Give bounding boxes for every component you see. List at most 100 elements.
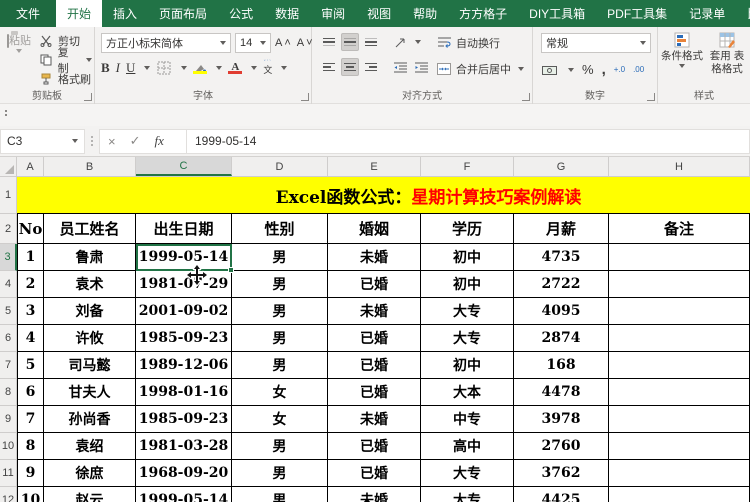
confirm-entry-icon[interactable]: ✓ bbox=[130, 133, 141, 149]
cell[interactable]: 男 bbox=[232, 271, 328, 298]
table-header-cell[interactable]: 员工姓名 bbox=[44, 214, 136, 244]
cell[interactable]: 孙尚香 bbox=[44, 406, 136, 433]
tab-插入[interactable]: 插入 bbox=[102, 0, 148, 27]
cell[interactable] bbox=[609, 460, 750, 487]
grow-font-button[interactable]: A˄ bbox=[275, 37, 293, 49]
cell[interactable]: 大专 bbox=[421, 487, 514, 502]
cell[interactable] bbox=[609, 325, 750, 352]
cell[interactable]: 4425 bbox=[514, 487, 609, 502]
cell[interactable]: 1999-05-14 bbox=[136, 487, 232, 502]
column-header-E[interactable]: E bbox=[328, 157, 421, 176]
number-dialog-launcher[interactable] bbox=[647, 93, 655, 101]
cell[interactable]: 3 bbox=[17, 298, 44, 325]
cell[interactable]: 9 bbox=[17, 460, 44, 487]
column-header-D[interactable]: D bbox=[232, 157, 328, 176]
cell[interactable]: 袁术 bbox=[44, 271, 136, 298]
cell[interactable]: 1985-09-23 bbox=[136, 406, 232, 433]
cell[interactable]: 初中 bbox=[421, 271, 514, 298]
row-header-6[interactable]: 6 bbox=[0, 325, 17, 352]
cell[interactable]: 4735 bbox=[514, 244, 609, 271]
cell[interactable]: 6 bbox=[17, 379, 44, 406]
cell[interactable]: 已婚 bbox=[328, 325, 421, 352]
banner-title-cell[interactable]: Excel函数公式： 星期计算技巧案例解读 bbox=[17, 177, 750, 214]
cell[interactable] bbox=[609, 487, 750, 502]
row-header-1[interactable]: 1 bbox=[0, 177, 17, 214]
row-header-4[interactable]: 4 bbox=[0, 271, 17, 298]
tab-公式[interactable]: 公式 bbox=[218, 0, 264, 27]
decrease-decimal-button[interactable]: .00 bbox=[633, 65, 644, 74]
fill-color-button[interactable] bbox=[193, 63, 208, 74]
font-dialog-launcher[interactable] bbox=[301, 93, 309, 101]
tab-页面布局[interactable]: 页面布局 bbox=[148, 0, 218, 27]
cell[interactable]: 女 bbox=[232, 379, 328, 406]
cell[interactable]: 2722 bbox=[514, 271, 609, 298]
cell[interactable]: 初中 bbox=[421, 352, 514, 379]
cell[interactable]: 已婚 bbox=[328, 352, 421, 379]
cell[interactable]: 8 bbox=[17, 433, 44, 460]
copy-button[interactable]: 复制 bbox=[36, 47, 94, 75]
tab-视图[interactable]: 视图 bbox=[356, 0, 402, 27]
align-left-button[interactable] bbox=[320, 58, 338, 76]
tab-PDF工具集[interactable]: PDF工具集 bbox=[596, 0, 678, 27]
cell[interactable]: 未婚 bbox=[328, 244, 421, 271]
row-header-9[interactable]: 9 bbox=[0, 406, 17, 433]
table-header-cell[interactable]: 备注 bbox=[609, 214, 750, 244]
bold-button[interactable]: B bbox=[101, 60, 110, 76]
cell[interactable]: 2 bbox=[17, 271, 44, 298]
cell[interactable]: 大专 bbox=[421, 460, 514, 487]
cell[interactable]: 4 bbox=[17, 325, 44, 352]
row-header-10[interactable]: 10 bbox=[0, 433, 17, 460]
table-header-cell[interactable]: 性别 bbox=[232, 214, 328, 244]
table-header-cell[interactable]: 学历 bbox=[421, 214, 514, 244]
insert-function-icon[interactable]: fx bbox=[155, 133, 164, 149]
cell[interactable] bbox=[609, 298, 750, 325]
cell[interactable]: 2001-09-02 bbox=[136, 298, 232, 325]
tab-审阅[interactable]: 审阅 bbox=[310, 0, 356, 27]
cell[interactable]: 已婚 bbox=[328, 379, 421, 406]
underline-button[interactable]: U bbox=[126, 60, 135, 76]
row-header-5[interactable]: 5 bbox=[0, 298, 17, 325]
increase-decimal-button[interactable]: +.0 bbox=[614, 65, 625, 74]
align-middle-button[interactable] bbox=[341, 33, 359, 51]
column-header-G[interactable]: G bbox=[514, 157, 609, 176]
cell[interactable]: 1989-12-06 bbox=[136, 352, 232, 379]
cell[interactable]: 1981-03-28 bbox=[136, 433, 232, 460]
cell[interactable]: 3762 bbox=[514, 460, 609, 487]
row-header-12[interactable]: 12 bbox=[0, 487, 17, 502]
cell[interactable] bbox=[609, 271, 750, 298]
font-size-combo[interactable]: 14 bbox=[235, 33, 271, 53]
tab-方方格子[interactable]: 方方格子 bbox=[448, 0, 518, 27]
font-name-combo[interactable]: 方正小标宋简体 bbox=[101, 33, 231, 53]
tab-DIY工具箱[interactable]: DIY工具箱 bbox=[518, 0, 596, 27]
cancel-entry-icon[interactable]: × bbox=[108, 134, 116, 149]
cell[interactable]: 未婚 bbox=[328, 487, 421, 502]
cell[interactable]: 2760 bbox=[514, 433, 609, 460]
cell[interactable]: 司马懿 bbox=[44, 352, 136, 379]
cell[interactable]: 大专 bbox=[421, 325, 514, 352]
cell[interactable]: 大专 bbox=[421, 298, 514, 325]
column-header-B[interactable]: B bbox=[44, 157, 136, 176]
align-bottom-button[interactable] bbox=[362, 33, 380, 51]
cell[interactable]: 男 bbox=[232, 325, 328, 352]
table-header-cell[interactable]: 婚姻 bbox=[328, 214, 421, 244]
cell[interactable]: 1968-09-20 bbox=[136, 460, 232, 487]
cell[interactable]: 许攸 bbox=[44, 325, 136, 352]
clipboard-dialog-launcher[interactable] bbox=[84, 93, 92, 101]
column-header-A[interactable]: A bbox=[17, 157, 44, 176]
cell[interactable]: 10 bbox=[17, 487, 44, 502]
cell[interactable]: 男 bbox=[232, 352, 328, 379]
cell[interactable]: 已婚 bbox=[328, 460, 421, 487]
comma-style-button[interactable]: , bbox=[602, 61, 606, 78]
phonetic-guide-button[interactable]: ˇˊˋ 文 bbox=[263, 61, 272, 75]
cell[interactable]: 1999-05-14 bbox=[136, 244, 232, 271]
decrease-indent-button[interactable] bbox=[391, 58, 409, 76]
cell[interactable]: 未婚 bbox=[328, 406, 421, 433]
align-center-button[interactable] bbox=[341, 58, 359, 76]
number-format-combo[interactable]: 常规 bbox=[541, 33, 651, 53]
cell[interactable]: 女 bbox=[232, 406, 328, 433]
cell[interactable]: 赵云 bbox=[44, 487, 136, 502]
format-as-table-button[interactable]: 套用 表格格式 bbox=[705, 32, 749, 75]
cell[interactable]: 未婚 bbox=[328, 298, 421, 325]
table-header-cell[interactable]: 月薪 bbox=[514, 214, 609, 244]
cell[interactable]: 4478 bbox=[514, 379, 609, 406]
